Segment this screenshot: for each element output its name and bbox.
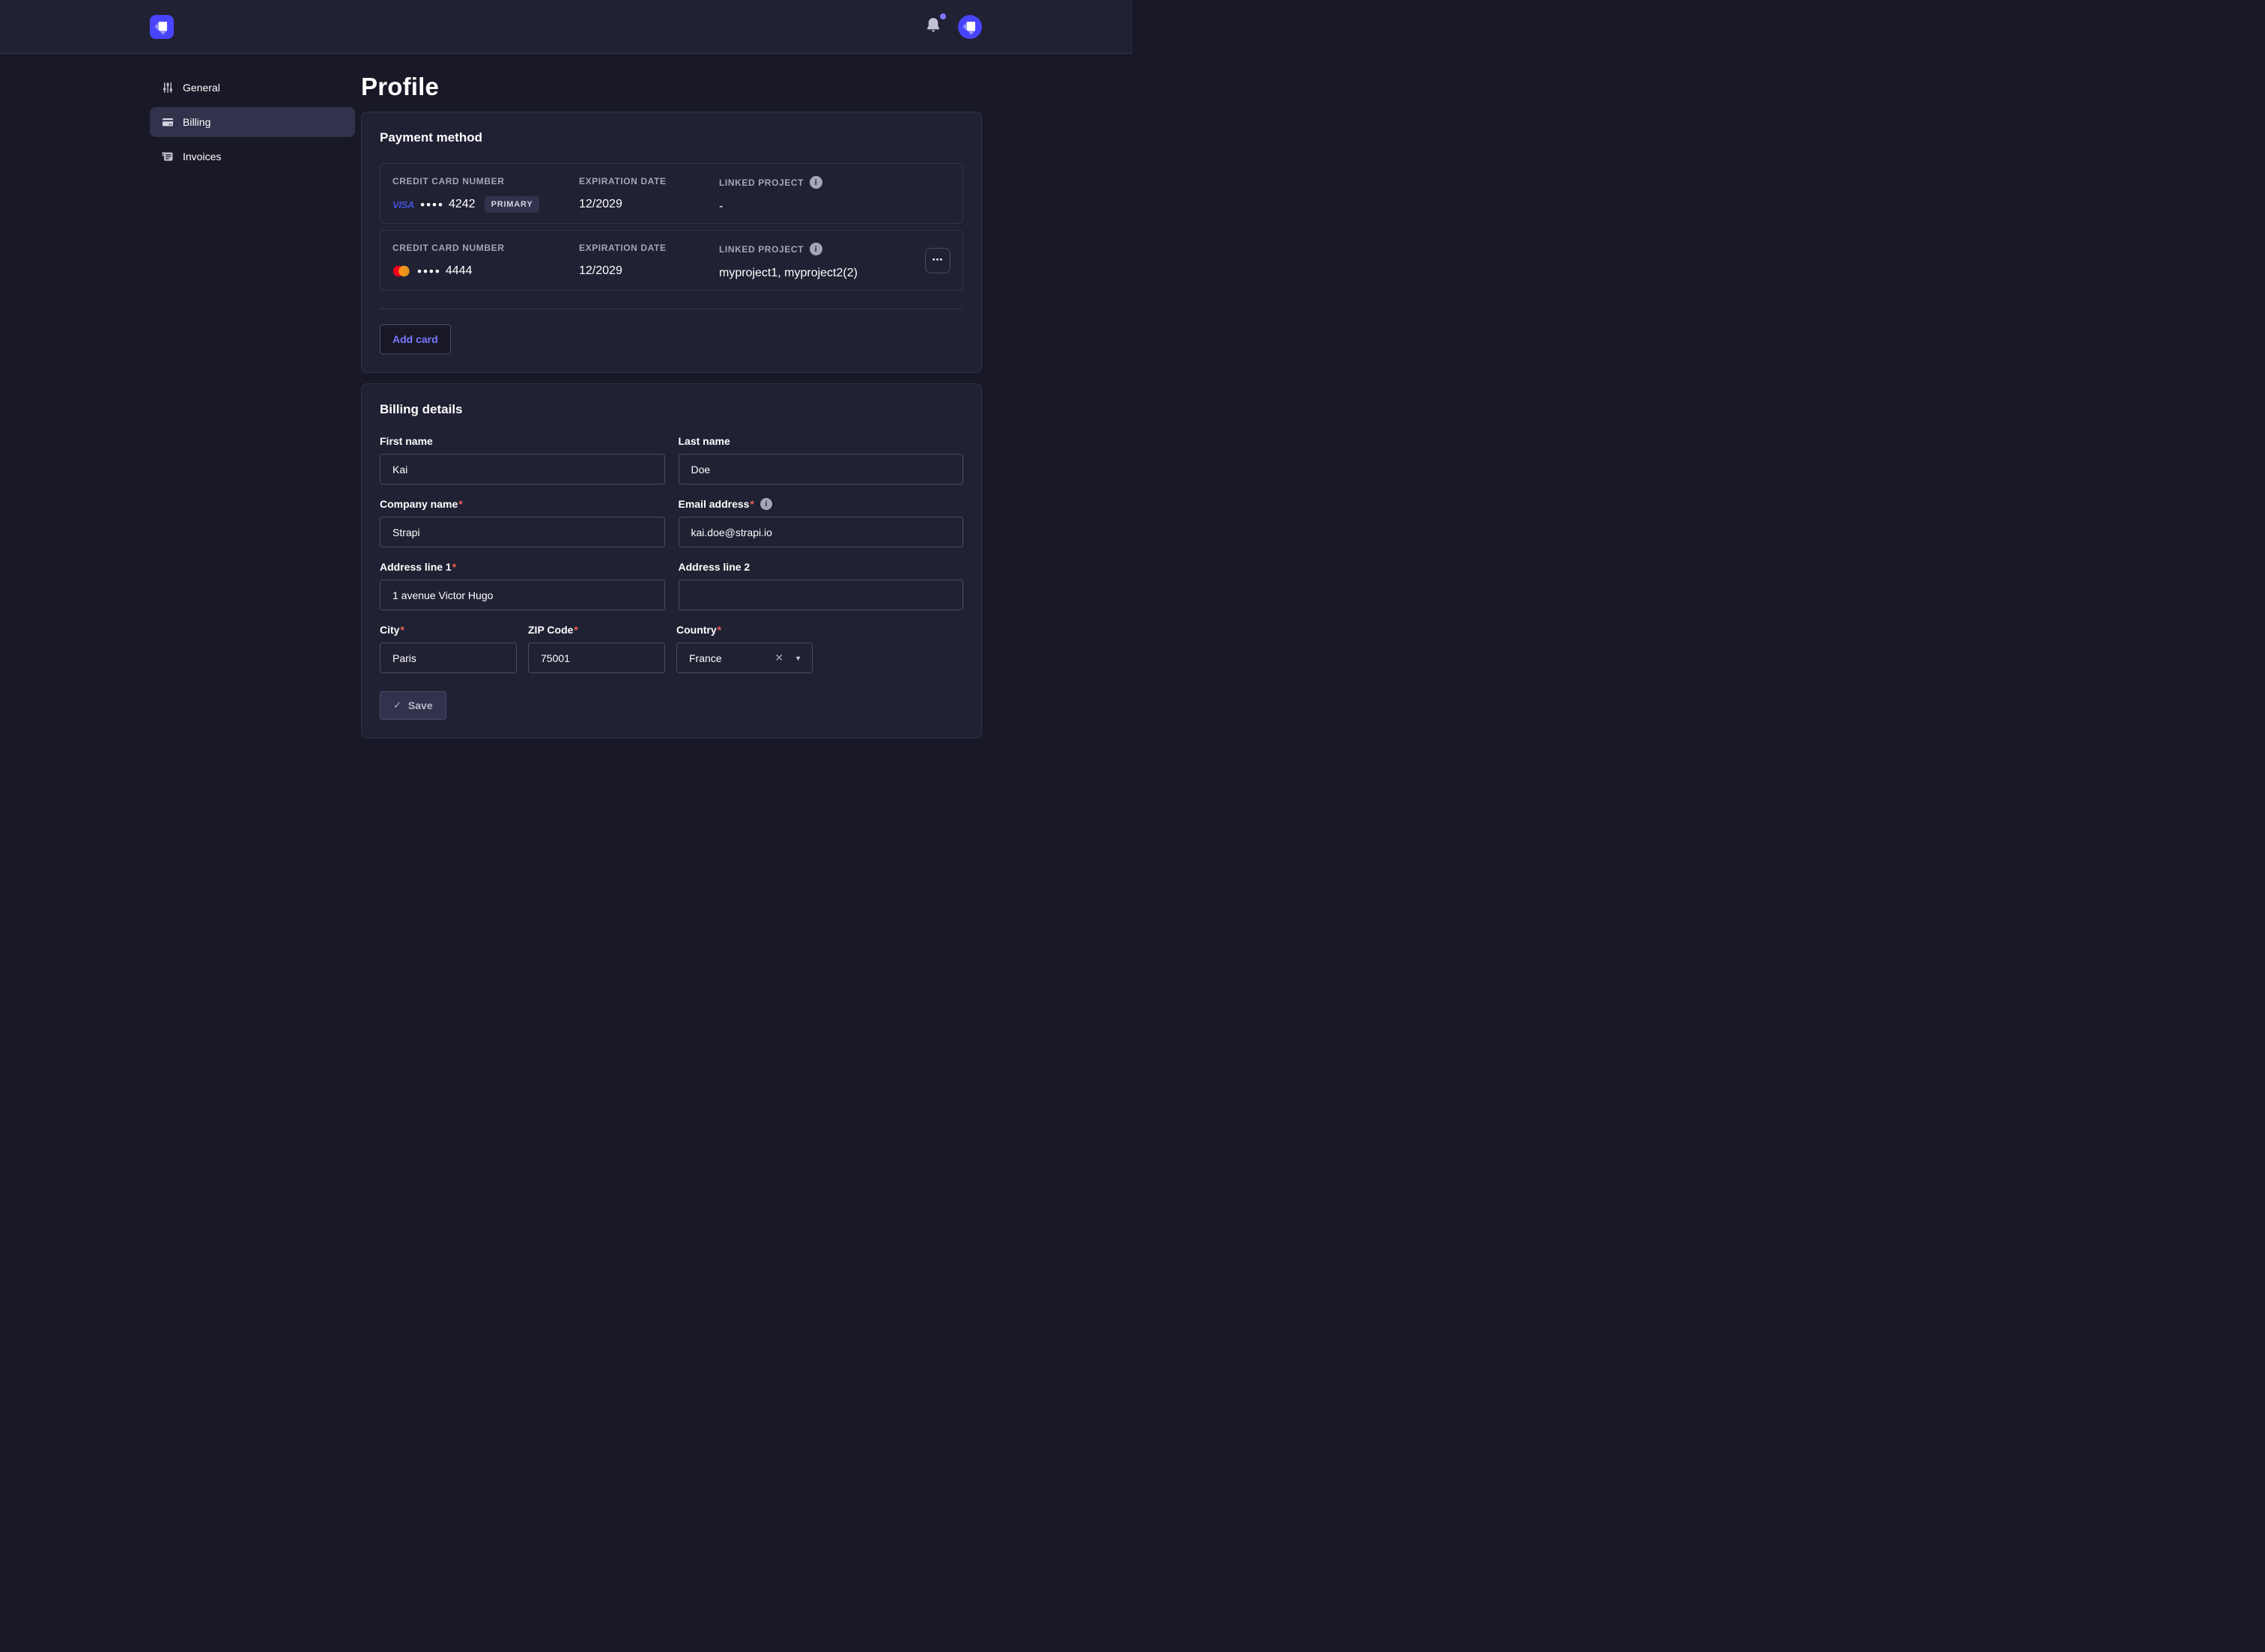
- bell-icon: [925, 16, 942, 34]
- sidebar-item-general[interactable]: General: [150, 73, 355, 103]
- address-line2-label: Address line 2: [679, 561, 964, 573]
- save-button-label: Save: [408, 699, 433, 711]
- required-asterisk: *: [452, 561, 456, 573]
- settings-sidebar: General Billing $: [150, 73, 355, 749]
- card-last4: 4444: [446, 264, 473, 278]
- user-avatar[interactable]: [958, 15, 982, 39]
- last-name-field-group: Last name: [679, 435, 964, 485]
- chevron-down-icon[interactable]: ▼: [795, 655, 801, 662]
- country-field-group: Country * France ✕ ▼: [676, 624, 813, 673]
- first-name-input[interactable]: [380, 454, 665, 485]
- address-line2-input[interactable]: [679, 580, 964, 610]
- notification-unread-dot: [940, 13, 946, 19]
- address-line2-field-group: Address line 2: [679, 561, 964, 610]
- clear-icon[interactable]: ✕: [773, 650, 785, 666]
- email-input[interactable]: [679, 517, 964, 547]
- check-icon: ✓: [393, 699, 401, 711]
- expiration-cell: EXPIRATION DATE 12/2029: [579, 243, 719, 280]
- credit-card-number-header: CREDIT CARD NUMBER: [392, 176, 579, 186]
- expiration-value: 12/2029: [579, 195, 719, 213]
- linked-project-value: -: [719, 198, 950, 216]
- city-input[interactable]: [380, 643, 517, 673]
- linked-project-header: LINKED PROJECT: [719, 244, 804, 255]
- card-number-cell: CREDIT CARD NUMBER •••• 4444: [392, 243, 579, 280]
- linked-project-value: myproject1, myproject2(2): [719, 264, 950, 282]
- address-line1-input[interactable]: [380, 580, 665, 610]
- payment-method-panel: Payment method CREDIT CARD NUMBER VISA •…: [361, 112, 982, 373]
- city-label: City: [380, 624, 399, 636]
- expiration-date-header: EXPIRATION DATE: [579, 243, 719, 253]
- info-icon[interactable]: i: [760, 498, 772, 510]
- expiration-value: 12/2029: [579, 262, 719, 280]
- zip-label: ZIP Code: [528, 624, 573, 636]
- credit-card-number-header: CREDIT CARD NUMBER: [392, 243, 579, 253]
- company-name-input[interactable]: [380, 517, 665, 547]
- masked-digits: ••••: [417, 265, 441, 278]
- first-name-label: First name: [380, 435, 665, 447]
- company-name-label: Company name: [380, 498, 458, 510]
- last-name-label: Last name: [679, 435, 964, 447]
- notifications-button[interactable]: [925, 16, 942, 37]
- billing-details-title: Billing details: [380, 402, 963, 417]
- avatar-strapi-icon: [958, 15, 982, 39]
- address-line1-label: Address line 1: [380, 561, 452, 573]
- company-name-field-group: Company name *: [380, 498, 665, 547]
- linked-project-cell: LINKED PROJECT i myproject1, myproject2(…: [719, 243, 950, 282]
- svg-text:$: $: [162, 152, 165, 157]
- linked-project-cell: LINKED PROJECT i -: [719, 176, 950, 216]
- sidebar-item-label: General: [183, 82, 220, 94]
- payment-method-title: Payment method: [380, 130, 963, 145]
- sliders-icon: [162, 82, 174, 94]
- city-field-group: City *: [380, 624, 517, 673]
- info-icon[interactable]: i: [810, 243, 822, 255]
- info-icon[interactable]: i: [810, 176, 822, 189]
- required-asterisk: *: [750, 498, 754, 510]
- visa-logo: VISA: [392, 199, 414, 210]
- card-actions-menu-button[interactable]: •••: [925, 248, 950, 273]
- primary-badge: PRIMARY: [485, 196, 540, 213]
- invoice-icon: $: [162, 151, 174, 163]
- app-header: [0, 0, 1132, 54]
- required-asterisk: *: [574, 624, 577, 636]
- masked-digits: ••••: [420, 198, 444, 211]
- country-select[interactable]: France ✕ ▼: [676, 643, 813, 673]
- add-card-button[interactable]: Add card: [380, 324, 451, 354]
- main-content: Profile Payment method CREDIT CARD NUMBE…: [361, 73, 982, 749]
- address-line1-field-group: Address line 1 *: [380, 561, 665, 610]
- country-label: Country: [676, 624, 717, 636]
- country-selected-value: France: [689, 652, 773, 664]
- credit-card-row-mastercard: CREDIT CARD NUMBER •••• 4444 EXPIRAT: [380, 230, 963, 291]
- page-title: Profile: [361, 73, 982, 101]
- first-name-field-group: First name: [380, 435, 665, 485]
- sidebar-item-label: Invoices: [183, 151, 221, 163]
- zip-input[interactable]: [528, 643, 665, 673]
- required-asterisk: *: [458, 498, 462, 510]
- content-shell: General Billing $: [0, 54, 1132, 749]
- required-asterisk: *: [400, 624, 404, 636]
- sidebar-item-invoices[interactable]: $ Invoices: [150, 142, 355, 171]
- ellipsis-icon: •••: [933, 255, 944, 264]
- email-field-group: Email address * i: [679, 498, 964, 547]
- sidebar-item-billing[interactable]: Billing: [150, 107, 355, 137]
- required-asterisk: *: [718, 624, 721, 636]
- email-label: Email address: [679, 498, 750, 510]
- mastercard-logo: [392, 264, 411, 278]
- billing-details-panel: Billing details First name Last name Com…: [361, 383, 982, 738]
- strapi-logo[interactable]: [150, 15, 174, 39]
- save-button[interactable]: ✓ Save: [380, 691, 446, 720]
- sidebar-item-label: Billing: [183, 116, 210, 128]
- expiration-cell: EXPIRATION DATE 12/2029: [579, 176, 719, 213]
- expiration-date-header: EXPIRATION DATE: [579, 176, 719, 186]
- card-last4: 4242: [449, 198, 476, 211]
- credit-card-icon: [162, 116, 174, 128]
- card-number-cell: CREDIT CARD NUMBER VISA •••• 4242 PRIMAR…: [392, 176, 579, 213]
- last-name-input[interactable]: [679, 454, 964, 485]
- strapi-logo-icon: [150, 15, 174, 39]
- linked-project-header: LINKED PROJECT: [719, 177, 804, 188]
- credit-card-row-visa: CREDIT CARD NUMBER VISA •••• 4242 PRIMAR…: [380, 163, 963, 224]
- zip-field-group: ZIP Code *: [528, 624, 665, 673]
